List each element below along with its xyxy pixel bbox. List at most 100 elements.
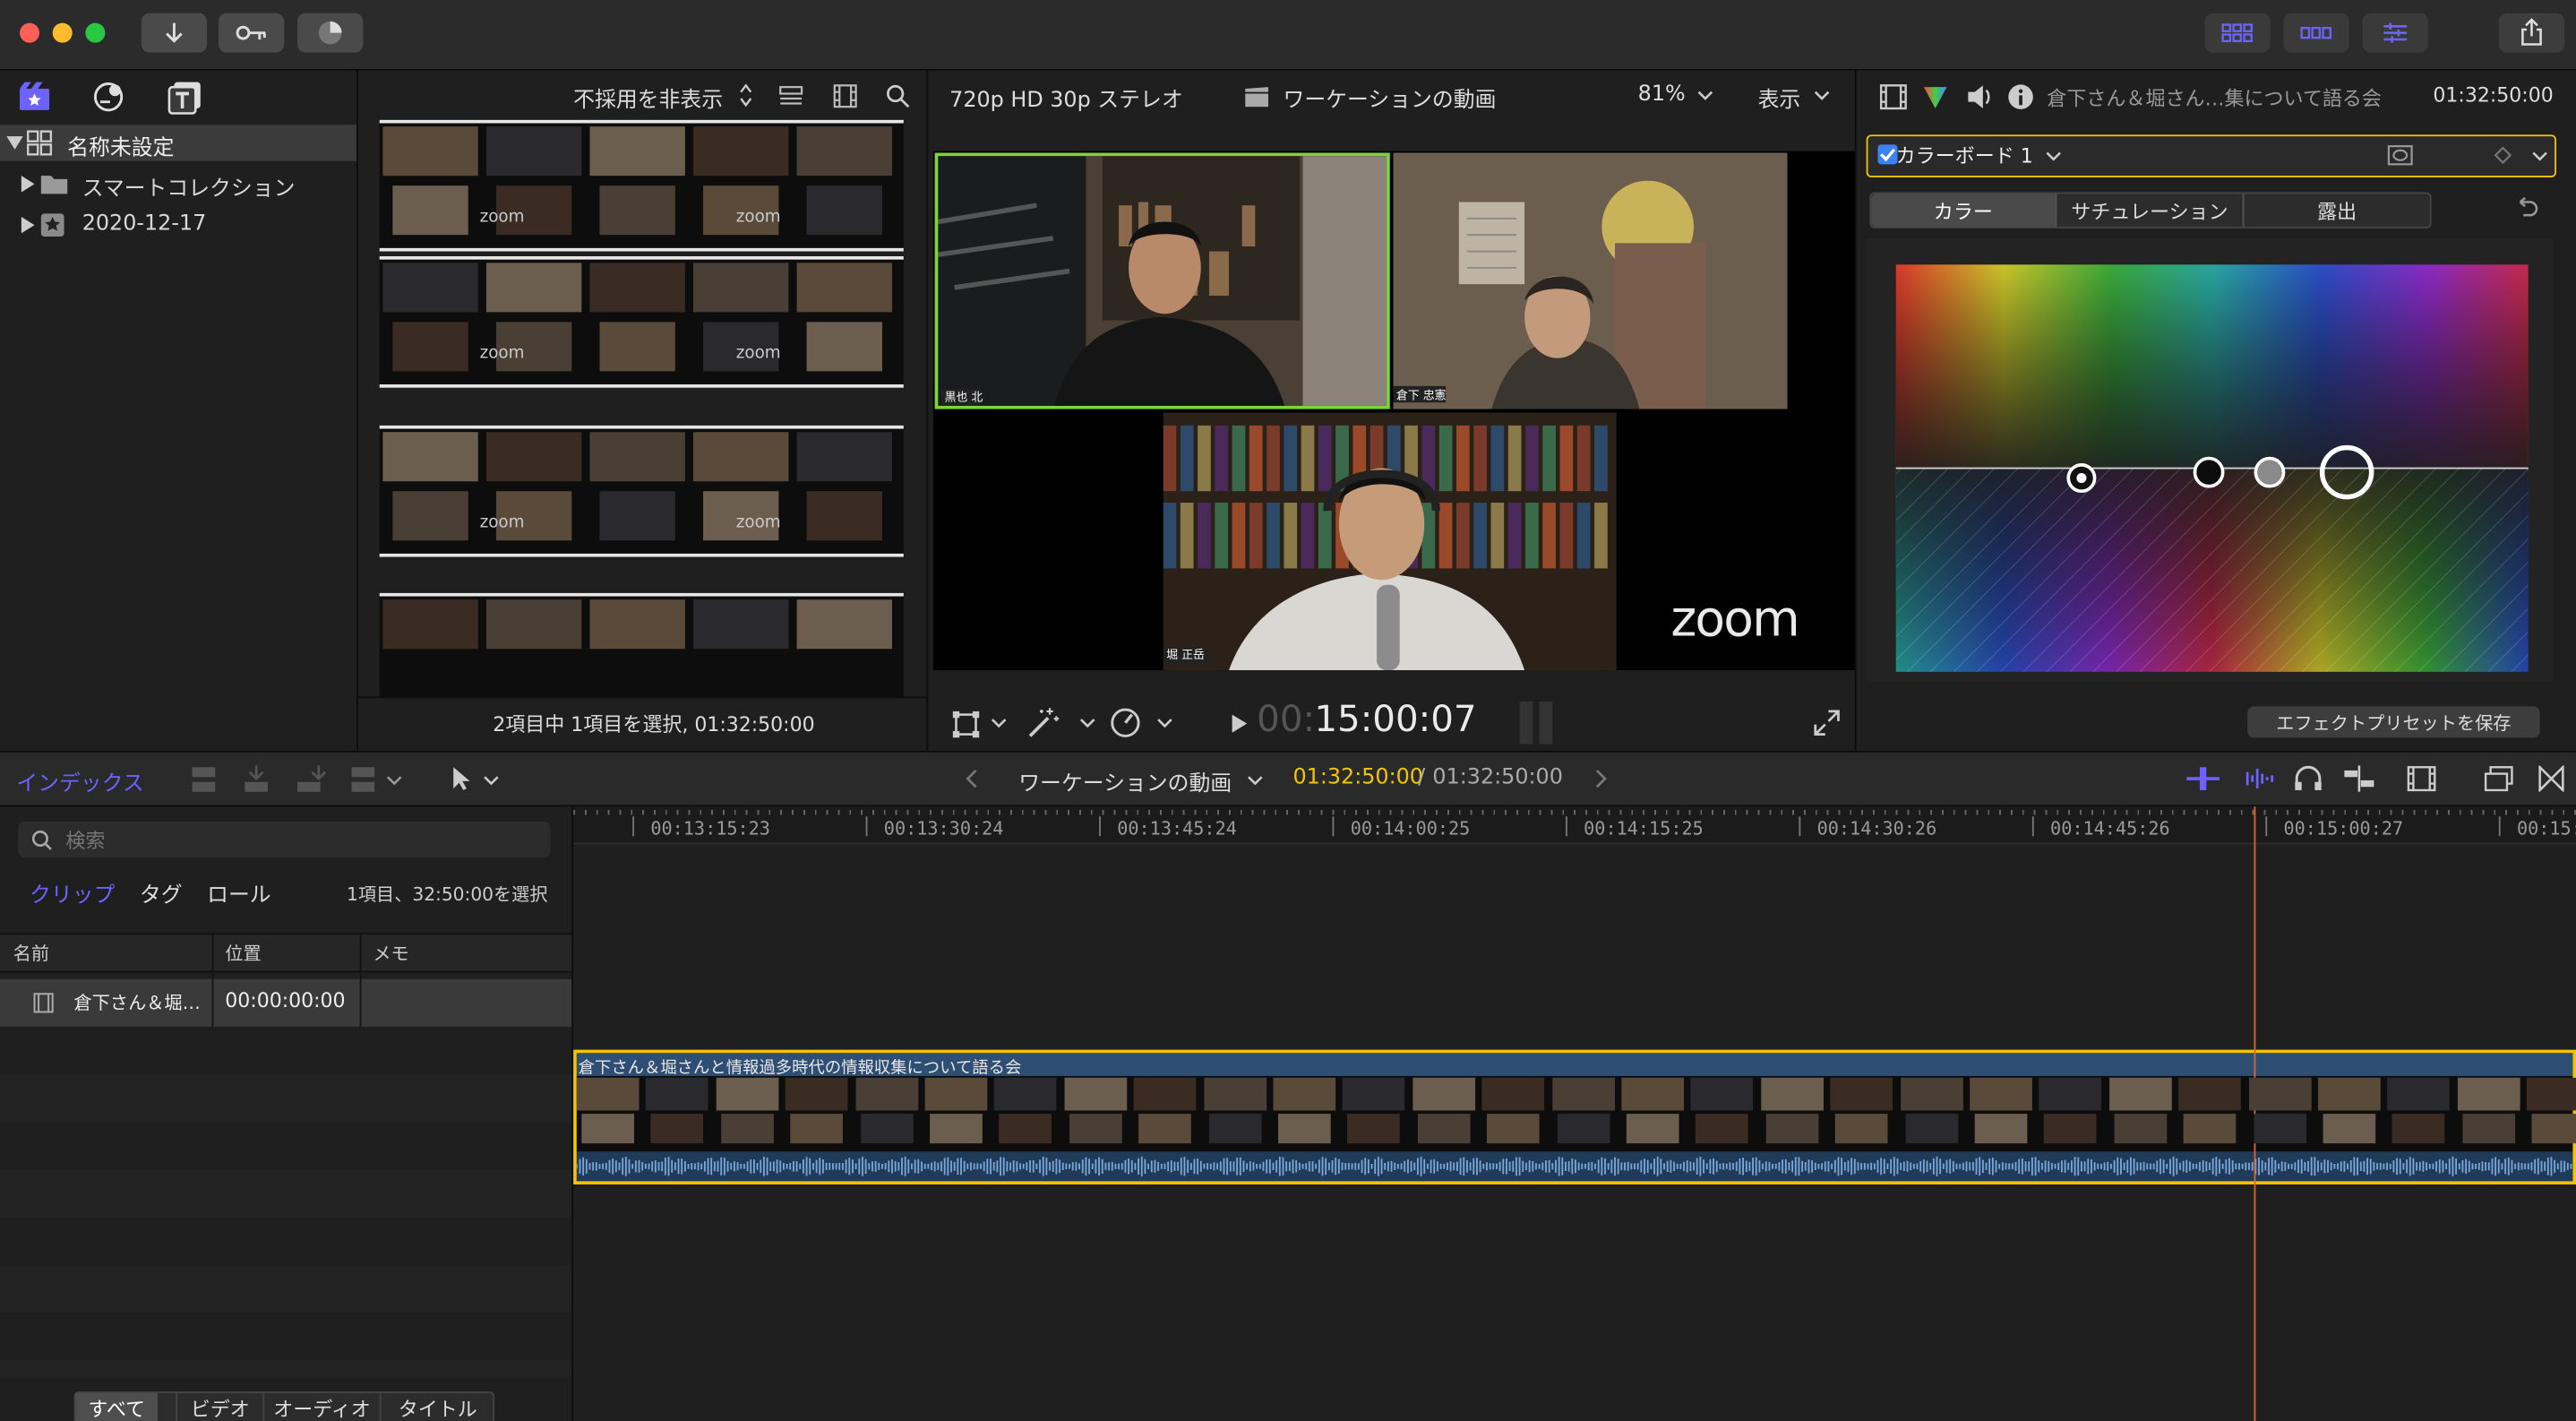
global-puck[interactable] (2066, 463, 2097, 494)
video-skimming-icon[interactable] (2185, 765, 2220, 791)
background-tasks-button[interactable] (296, 13, 364, 53)
filter-video-button[interactable]: ビデオ (176, 1392, 262, 1421)
chevron-down-icon[interactable] (1247, 774, 1263, 788)
column-header-name[interactable]: 名前 (13, 940, 49, 966)
chevron-down-icon[interactable] (2531, 150, 2547, 163)
enhance-wand-icon[interactable] (1026, 706, 1060, 739)
chevron-down-icon[interactable] (1156, 716, 1172, 729)
transform-icon[interactable] (951, 710, 981, 739)
viewer-view-dropdown[interactable]: 表示 (1758, 82, 1801, 114)
close-window-button[interactable] (20, 22, 40, 43)
chevron-down-icon[interactable] (1697, 89, 1713, 102)
viewer-video-frame[interactable]: 黒也 北 倉下 忠憲 堀 正岳 zoom (932, 151, 1855, 671)
retime-speed-icon[interactable] (1109, 706, 1142, 739)
snapping-icon[interactable] (2341, 765, 2377, 792)
clip-appearance-icon[interactable] (2407, 765, 2436, 792)
insert-clip-icon[interactable] (242, 764, 275, 794)
audio-inspector-icon[interactable] (1965, 82, 1995, 112)
library-item-smart-collections[interactable]: スマートコレクション (0, 166, 356, 202)
connect-clip-icon[interactable] (189, 764, 222, 794)
solo-headphones-icon[interactable] (2294, 765, 2323, 791)
color-inspector-icon[interactable] (1922, 84, 1948, 110)
thumbnail-frame (382, 599, 478, 650)
color-board-header[interactable]: カラーボード 1 (1866, 134, 2556, 178)
video-inspector-icon[interactable] (1879, 84, 1907, 110)
transitions-browser-icon[interactable] (2538, 765, 2564, 792)
participant-name-tag: 倉下 忠憲 (1396, 389, 1447, 403)
index-search-field[interactable]: 検索 (18, 821, 551, 858)
tab-color[interactable]: カラー (1871, 194, 2056, 228)
save-effects-preset-button[interactable]: エフェクトプリセットを保存 (2247, 706, 2540, 738)
browser-layout-button[interactable] (2204, 13, 2271, 53)
chevron-down-icon[interactable] (991, 716, 1007, 729)
color-board-tabs: カラー サチュレーション 露出 (1869, 192, 2432, 228)
disclosure-right-icon[interactable] (20, 176, 35, 193)
library-root-row[interactable]: 名称未設定 (0, 125, 357, 161)
mask-icon[interactable] (2387, 144, 2413, 166)
library-item-event[interactable]: 2020-12-17 (0, 207, 356, 243)
library-item-label: スマートコレクション (82, 177, 296, 202)
clip-filmstrip-icon (33, 993, 54, 1013)
midtones-puck[interactable] (2254, 456, 2286, 488)
viewer-zoom-dropdown[interactable]: 81% (1638, 82, 1686, 108)
minimize-window-button[interactable] (52, 22, 73, 43)
index-tab-tags[interactable]: タグ (140, 877, 183, 909)
index-tab-roles[interactable]: ロール (207, 877, 271, 909)
share-button[interactable] (2498, 13, 2565, 53)
overwrite-clip-icon[interactable] (348, 764, 382, 794)
keywords-button[interactable] (218, 13, 285, 53)
filter-audio-button[interactable]: オーディオ (262, 1392, 379, 1421)
tab-saturation[interactable]: サチュレーション (2057, 194, 2242, 227)
filmstrip-frame (1487, 1114, 1540, 1144)
effects-browser-icon[interactable] (2484, 765, 2513, 792)
tab-exposure[interactable]: 露出 (2244, 194, 2429, 227)
chevron-down-icon[interactable] (2046, 150, 2062, 163)
info-inspector-icon[interactable] (2007, 84, 2033, 110)
column-header-memo[interactable]: メモ (373, 940, 408, 966)
table-row[interactable]: 倉下さん＆堀… 00:00:00:00 (0, 978, 572, 1027)
keyframe-diamond-icon[interactable] (2494, 146, 2512, 165)
timeline-layout-button[interactable] (2283, 13, 2349, 53)
play-icon[interactable] (1231, 713, 1249, 735)
clip-filter-dropdown[interactable]: 不採用を非表示 (573, 82, 723, 114)
filter-label: タイトル (398, 1398, 477, 1421)
libraries-icon[interactable] (16, 81, 52, 114)
column-header-position[interactable]: 位置 (225, 940, 261, 966)
filter-all-button[interactable]: すべて (75, 1392, 159, 1421)
photos-audio-icon[interactable] (92, 81, 128, 114)
timeline-project-dropdown[interactable]: ワーケーションの動画 (1018, 765, 1232, 797)
zoom-window-button[interactable] (85, 22, 106, 43)
list-view-icon[interactable] (778, 85, 803, 108)
chevron-down-icon[interactable] (483, 774, 499, 788)
timecode-display[interactable]: 15:00:07 (1314, 700, 1476, 741)
filter-titles-button[interactable]: タイトル (379, 1392, 494, 1421)
disclosure-right-icon[interactable] (20, 217, 35, 234)
filmstrip-frame (854, 1077, 918, 1111)
append-clip-icon[interactable] (294, 764, 327, 794)
chevron-down-icon[interactable] (1079, 716, 1095, 729)
import-button[interactable] (141, 13, 208, 53)
chevron-down-icon[interactable] (386, 774, 402, 788)
zoom-watermark: zoom (479, 208, 525, 228)
titles-generators-icon[interactable] (167, 79, 203, 115)
fullscreen-icon[interactable] (1814, 710, 1840, 736)
inspector-layout-button[interactable] (2362, 13, 2428, 53)
highlights-puck[interactable] (2319, 444, 2374, 500)
search-icon[interactable] (886, 84, 911, 109)
reset-icon[interactable] (2513, 197, 2539, 220)
history-back-icon[interactable] (966, 769, 980, 788)
disclosure-down-icon[interactable] (6, 134, 23, 151)
checkmark-icon (1879, 148, 1896, 162)
audio-skimming-icon[interactable] (2239, 765, 2275, 791)
history-forward-icon[interactable] (1593, 769, 1607, 788)
updown-chevron-icon[interactable] (739, 83, 752, 108)
effect-enable-checkbox[interactable] (1877, 144, 1898, 165)
shadows-puck[interactable] (2193, 456, 2225, 488)
filmstrip-view-icon[interactable] (833, 84, 858, 109)
search-placeholder: 検索 (65, 829, 106, 853)
row-name: 倉下さん＆堀… (73, 992, 201, 1014)
timeline-index-button[interactable]: インデックス (16, 765, 143, 797)
select-tool-icon[interactable] (451, 765, 474, 791)
chevron-down-icon[interactable] (1814, 89, 1830, 102)
index-tab-clips[interactable]: クリップ (30, 877, 115, 909)
